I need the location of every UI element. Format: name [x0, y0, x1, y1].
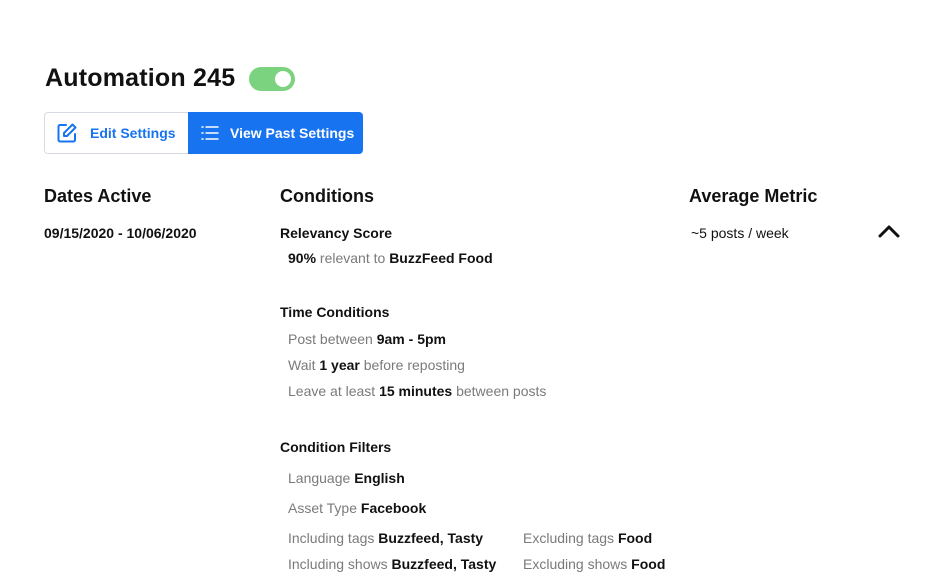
including-shows-label: Including shows	[288, 556, 388, 572]
toggle-knob	[275, 70, 292, 87]
relevancy-line: 90% relevant to BuzzFeed Food	[288, 250, 493, 266]
condition-filters-heading: Condition Filters	[280, 439, 392, 455]
excluding-shows-line: Excluding shows Food	[523, 556, 665, 572]
automation-toggle[interactable]	[249, 66, 296, 91]
wait-value: 1 year	[319, 357, 360, 373]
settings-button-group: Edit Settings View Past Settings	[44, 112, 363, 154]
average-metric-value: ~5 posts / week	[691, 225, 789, 241]
asset-type-label: Asset Type	[288, 500, 358, 516]
edit-settings-label: Edit Settings	[90, 125, 176, 141]
language-line: Language English	[288, 470, 405, 486]
leave-label: Leave at least	[288, 383, 376, 399]
post-between-value: 9am - 5pm	[376, 331, 446, 347]
relevancy-score-heading: Relevancy Score	[280, 225, 393, 241]
leave-suffix: between posts	[456, 383, 547, 399]
header: Automation 245	[45, 64, 296, 93]
excluding-shows-value: Food	[631, 556, 666, 572]
relevancy-text: relevant to	[319, 250, 386, 266]
including-shows-value: Buzzfeed, Tasty	[391, 556, 497, 572]
leave-line: Leave at least 15 minutes between posts	[288, 383, 546, 399]
relevancy-value: 90%	[288, 250, 317, 266]
post-between-line: Post between 9am - 5pm	[288, 331, 446, 347]
excluding-tags-label: Excluding tags	[523, 530, 615, 546]
excluding-tags-line: Excluding tags Food	[523, 530, 652, 546]
language-value: English	[354, 470, 405, 486]
list-icon	[201, 124, 219, 142]
asset-type-line: Asset Type Facebook	[288, 500, 426, 516]
including-tags-line: Including tags Buzzfeed, Tasty	[288, 530, 483, 546]
excluding-shows-label: Excluding shows	[523, 556, 628, 572]
relevancy-target: BuzzFeed Food	[389, 250, 493, 266]
including-tags-value: Buzzfeed, Tasty	[378, 530, 484, 546]
language-label: Language	[288, 470, 351, 486]
including-shows-line: Including shows Buzzfeed, Tasty	[288, 556, 496, 572]
wait-line: Wait 1 year before reposting	[288, 357, 465, 373]
time-conditions-heading: Time Conditions	[280, 304, 390, 320]
asset-type-value: Facebook	[360, 500, 427, 516]
page-title: Automation 245	[45, 64, 236, 92]
leave-value: 15 minutes	[379, 383, 453, 399]
excluding-tags-value: Food	[617, 530, 653, 546]
average-metric-heading: Average Metric	[689, 186, 818, 206]
view-past-settings-label: View Past Settings	[230, 125, 355, 141]
including-tags-label: Including tags	[288, 530, 375, 546]
dates-active-heading: Dates Active	[44, 186, 152, 206]
edit-icon	[56, 122, 78, 144]
chevron-up-icon[interactable]	[876, 222, 902, 240]
wait-suffix: before reposting	[363, 357, 465, 373]
post-between-label: Post between	[288, 331, 373, 347]
edit-settings-button[interactable]: Edit Settings	[44, 112, 188, 154]
wait-label: Wait	[288, 357, 316, 373]
view-past-settings-button[interactable]: View Past Settings	[188, 112, 363, 154]
conditions-heading: Conditions	[280, 186, 374, 206]
dates-range: 09/15/2020 - 10/06/2020	[44, 225, 197, 241]
